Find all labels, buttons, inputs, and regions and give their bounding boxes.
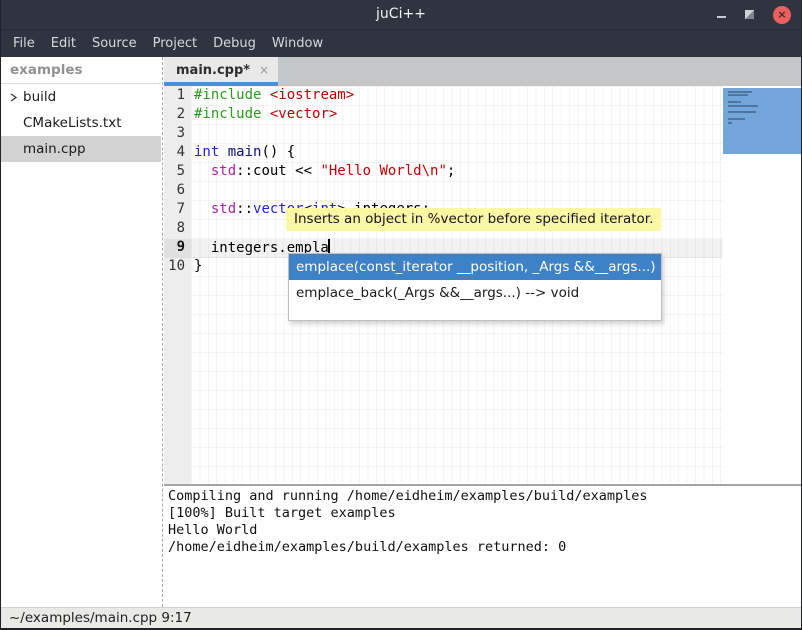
tab-label: main.cpp* xyxy=(176,57,250,84)
code-line[interactable]: 2#include <vector> xyxy=(164,106,723,125)
tabbar: main.cpp* × xyxy=(164,57,802,86)
minimap[interactable] xyxy=(723,86,802,484)
terminal-line: Compiling and running /home/eidheim/exam… xyxy=(168,488,802,505)
file-tree-sidebar: examples build CMakeLists.txt main.cpp xyxy=(1,57,161,607)
line-number: 3 xyxy=(164,125,185,144)
line-number: 9 xyxy=(164,239,185,258)
chevron-right-icon[interactable] xyxy=(9,93,23,102)
minimap-code-line xyxy=(728,122,732,124)
text-caret xyxy=(328,239,330,254)
minimap-code-line xyxy=(728,118,745,120)
minimize-icon[interactable] xyxy=(717,16,726,18)
minimap-visible-region[interactable] xyxy=(723,88,802,154)
file-tree-item-label: build xyxy=(23,89,56,105)
code-text: #include <vector> xyxy=(185,106,337,125)
file-tree-item-label: CMakeLists.txt xyxy=(23,115,122,131)
tab-close-icon[interactable]: × xyxy=(259,57,269,84)
minimap-code-line xyxy=(728,101,741,103)
menu-item-source[interactable]: Source xyxy=(92,36,137,51)
minimap-code-line xyxy=(728,91,752,93)
menu-item-project[interactable]: Project xyxy=(153,36,197,51)
code-line[interactable]: 5 std::cout << "Hello World\n"; xyxy=(164,163,723,182)
code-text: } xyxy=(185,258,202,277)
file-tree: build CMakeLists.txt main.cpp xyxy=(1,84,161,162)
code-text: std::cout << "Hello World\n"; xyxy=(185,163,455,182)
code-text xyxy=(185,182,194,201)
code-text xyxy=(185,220,194,239)
code-text: int main() { xyxy=(185,144,295,163)
terminal-line: Hello World xyxy=(168,522,802,539)
completion-item[interactable]: emplace_back(_Args &&__args...) --> void xyxy=(289,280,661,306)
code-line[interactable]: 1#include <iostream> xyxy=(164,87,723,106)
restore-icon[interactable] xyxy=(745,10,754,19)
app-window: juCi++ × File Edit Source Project Debug Windo… xyxy=(0,0,802,630)
terminal-line: /home/eidheim/examples/build/examples re… xyxy=(168,539,802,556)
project-name: examples xyxy=(1,57,161,84)
code-line[interactable]: 6 xyxy=(164,182,723,201)
minimap-code-line xyxy=(728,111,756,113)
window-title: juCi++ xyxy=(1,0,801,29)
minimap-code-line xyxy=(728,94,748,96)
line-number: 8 xyxy=(164,220,185,239)
line-number: 10 xyxy=(164,258,185,277)
file-tree-item-build[interactable]: build xyxy=(1,84,161,110)
close-icon[interactable]: × xyxy=(773,6,791,24)
menu-item-file[interactable]: File xyxy=(13,36,35,51)
file-tree-item-main-cpp[interactable]: main.cpp xyxy=(1,136,161,162)
line-number: 7 xyxy=(164,201,185,220)
minimap-code-line xyxy=(728,105,758,107)
code-text xyxy=(185,125,194,144)
menu-item-edit[interactable]: Edit xyxy=(51,36,76,51)
tab-main-cpp[interactable]: main.cpp* × xyxy=(164,57,278,86)
doc-tooltip: Inserts an object in %vector before spec… xyxy=(286,208,661,231)
titlebar[interactable]: juCi++ × xyxy=(1,0,801,29)
line-number: 4 xyxy=(164,144,185,163)
file-tree-item-cmakelists-txt[interactable]: CMakeLists.txt xyxy=(1,110,161,136)
line-number: 1 xyxy=(164,87,185,106)
terminal-line: [100%] Built target examples xyxy=(168,505,802,522)
file-tree-item-label: main.cpp xyxy=(23,141,86,157)
menu-item-debug[interactable]: Debug xyxy=(213,36,256,51)
line-number: 2 xyxy=(164,106,185,125)
pane-splitter-vertical[interactable] xyxy=(162,57,163,607)
code-text: #include <iostream> xyxy=(185,87,354,106)
statusbar: ~/examples/main.cpp 9:17 xyxy=(1,607,801,628)
menu-item-window[interactable]: Window xyxy=(272,36,323,51)
line-number: 6 xyxy=(164,182,185,201)
code-lines: 1#include <iostream>2#include <vector>34… xyxy=(164,87,723,277)
completion-popup: emplace(const_iterator __position, _Args… xyxy=(288,253,662,321)
code-line[interactable]: 4int main() { xyxy=(164,144,723,163)
code-line[interactable]: 3 xyxy=(164,125,723,144)
menubar: File Edit Source Project Debug Window xyxy=(1,29,801,57)
build-output-terminal[interactable]: Compiling and running /home/eidheim/exam… xyxy=(164,486,802,607)
completion-item[interactable]: emplace(const_iterator __position, _Args… xyxy=(289,254,661,280)
window-controls: × xyxy=(717,0,791,29)
line-number: 5 xyxy=(164,163,185,182)
